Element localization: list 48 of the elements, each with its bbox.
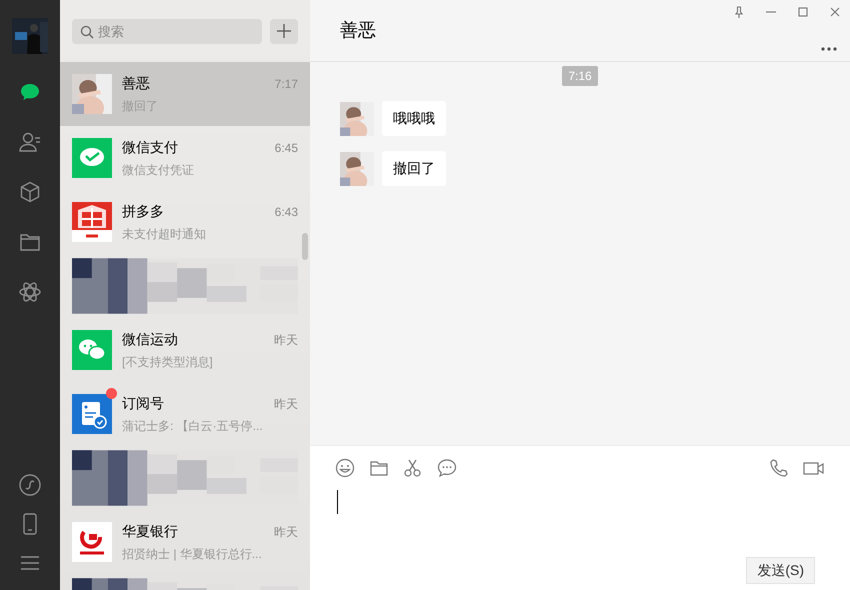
message-preview: 招贤纳士 | 华夏银行总行...	[122, 546, 263, 563]
plus-icon	[277, 24, 291, 38]
swirl-icon[interactable]	[18, 473, 42, 497]
message-preview: 微信支付凭证	[122, 162, 195, 179]
chat-list-item[interactable]: 订阅号 昨天 蒲记士多: 【白云·五号停...	[60, 382, 310, 446]
chat-list-item[interactable]: 华夏银行 昨天 招贤纳士 | 华夏银行总行...	[60, 510, 310, 574]
message-time: 7:17	[274, 76, 298, 93]
message-preview: 蒲记士多: 【白云·五号停...	[122, 418, 264, 435]
message-bubble: 哦哦哦	[382, 101, 446, 136]
search-field[interactable]: 搜索	[72, 18, 262, 44]
contact-name: 华夏银行	[122, 522, 178, 541]
message-time: 6:45	[274, 140, 298, 157]
add-button[interactable]	[270, 18, 298, 44]
contact-name: 微信支付	[122, 138, 178, 157]
message-time: 昨天	[274, 332, 298, 349]
chat-list-item[interactable]: 拼多多 6:43 未支付超时通知	[60, 190, 310, 254]
pin-icon[interactable]	[734, 6, 744, 18]
message-time: 昨天	[274, 524, 298, 541]
chat-bubbles-icon	[72, 330, 112, 370]
checkmark-bubble-icon	[72, 138, 112, 178]
atom-icon[interactable]	[18, 280, 42, 304]
gift-box-icon	[72, 202, 112, 242]
send-button[interactable]: 发送(S)	[746, 557, 815, 584]
chat-list-item[interactable]: 微信运动 昨天 [不支持类型消息]	[60, 318, 310, 382]
message-time: 6:43	[274, 204, 298, 221]
phone-call-icon[interactable]	[769, 458, 789, 478]
timestamp: 7:16	[562, 66, 598, 86]
message-preview: [不支持类型消息]	[122, 354, 214, 371]
contact-name: 拼多多	[122, 202, 164, 221]
more-icon[interactable]	[820, 46, 838, 52]
contact-name: 善恶	[122, 74, 150, 93]
bank-logo-icon	[72, 522, 112, 562]
contact-name: 订阅号	[122, 394, 164, 413]
smiley-icon[interactable]	[335, 458, 355, 478]
cube-icon[interactable]	[18, 180, 42, 204]
document-check-icon	[72, 394, 112, 434]
chat-title: 善恶	[340, 19, 376, 42]
chat-list-item[interactable]: 微信支付 6:45 微信支付凭证	[60, 126, 310, 190]
person-icon[interactable]	[18, 130, 42, 154]
scissors-icon[interactable]	[403, 458, 423, 478]
close-icon[interactable]	[830, 6, 840, 18]
message-bubble: 撤回了	[382, 151, 446, 186]
message-preview: 未支付超时通知	[122, 226, 207, 243]
message-time: 昨天	[274, 396, 298, 413]
scrollbar-thumb[interactable]	[302, 233, 308, 260]
contact-name: 微信运动	[122, 330, 178, 349]
speech-bubble-icon[interactable]	[437, 458, 457, 478]
maximize-icon[interactable]	[798, 6, 808, 18]
